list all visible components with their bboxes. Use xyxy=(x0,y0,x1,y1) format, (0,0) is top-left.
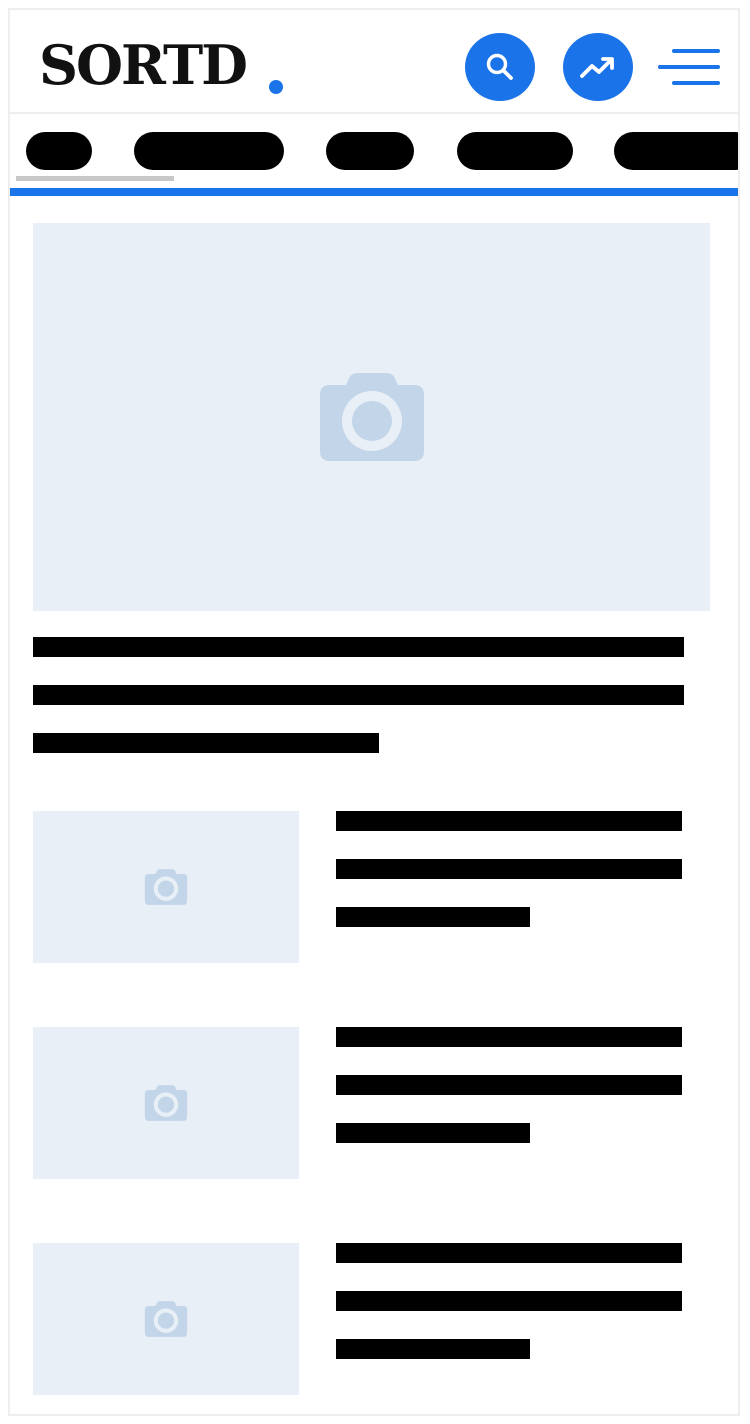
trending-button[interactable] xyxy=(563,33,633,101)
menu-button[interactable] xyxy=(656,49,720,89)
article-title-line[interactable] xyxy=(336,1027,682,1047)
camera-icon xyxy=(144,1301,188,1337)
category-tab[interactable] xyxy=(134,132,284,170)
category-tab[interactable] xyxy=(26,132,92,170)
hero-headline-line[interactable] xyxy=(33,685,684,705)
hero-headline-line[interactable] xyxy=(33,733,379,753)
category-tab[interactable] xyxy=(457,132,573,170)
search-button[interactable] xyxy=(465,33,535,101)
article-title-line[interactable] xyxy=(336,1291,682,1311)
category-tab[interactable] xyxy=(614,132,738,170)
camera-icon xyxy=(144,869,188,905)
article-thumbnail[interactable] xyxy=(33,1243,299,1395)
article-title-line[interactable] xyxy=(336,1243,682,1263)
camera-icon xyxy=(319,373,424,461)
category-tab[interactable] xyxy=(326,132,414,170)
nav-scroll-indicator[interactable] xyxy=(16,176,174,181)
trending-up-icon xyxy=(580,57,614,78)
article-title-line[interactable] xyxy=(336,907,530,927)
hamburger-menu-icon xyxy=(672,49,720,53)
article-title-line[interactable] xyxy=(336,1339,530,1359)
article-thumbnail[interactable] xyxy=(33,811,299,963)
logo-dot xyxy=(269,80,283,94)
article-title-line[interactable] xyxy=(336,859,682,879)
nav-divider xyxy=(10,188,738,196)
site-logo[interactable]: SORTD xyxy=(39,34,248,96)
site-header: SORTD xyxy=(10,10,738,114)
hero-headline-line[interactable] xyxy=(33,637,684,657)
camera-icon xyxy=(144,1085,188,1121)
hero-image[interactable] xyxy=(33,223,710,611)
article-title-line[interactable] xyxy=(336,1075,682,1095)
article-title-line[interactable] xyxy=(336,1123,530,1143)
article-title-line[interactable] xyxy=(336,811,682,831)
page-frame: SORTD xyxy=(8,8,740,1416)
search-icon xyxy=(486,53,513,80)
hamburger-menu-icon-line xyxy=(672,81,720,85)
hamburger-menu-icon-line xyxy=(658,65,720,69)
article-thumbnail[interactable] xyxy=(33,1027,299,1179)
